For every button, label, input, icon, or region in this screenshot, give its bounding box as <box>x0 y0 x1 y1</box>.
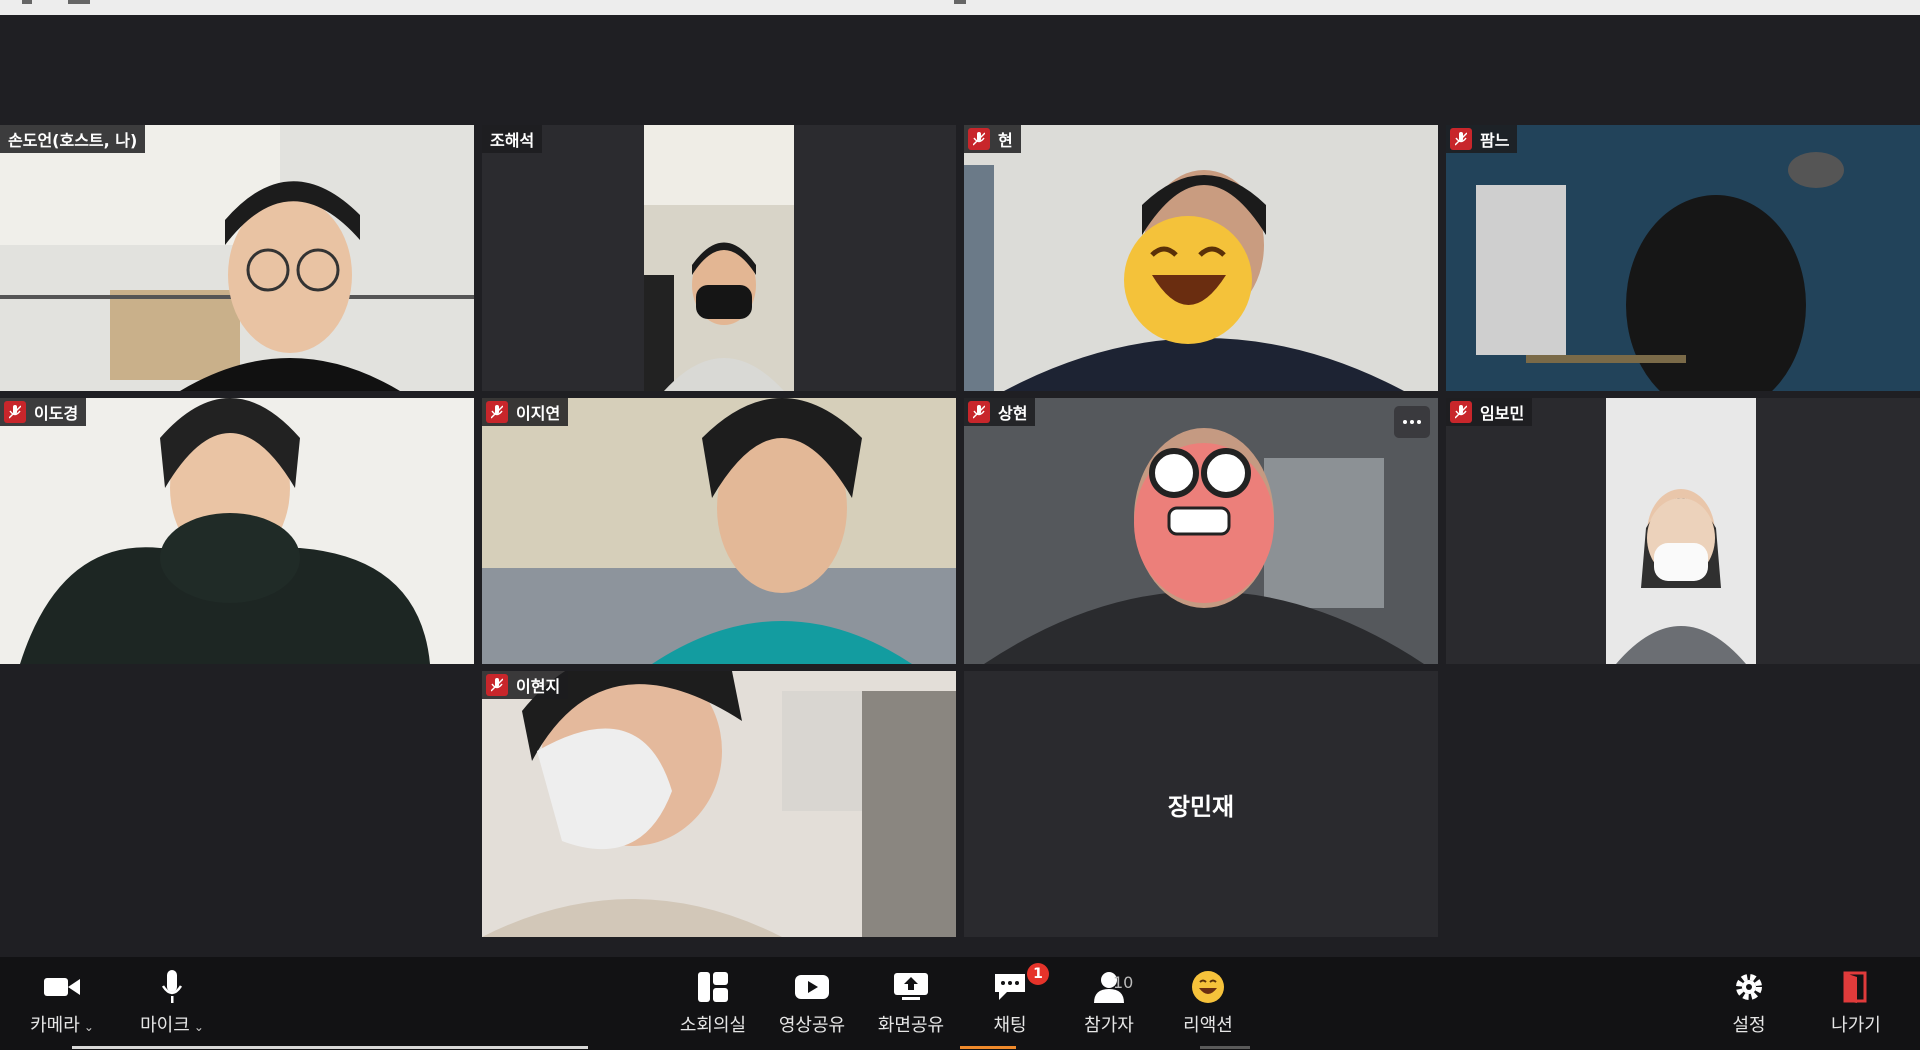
window-top-strip <box>0 0 1920 15</box>
mic-muted-icon <box>4 401 26 423</box>
mic-muted-icon <box>486 674 508 696</box>
mic-button[interactable]: 마이크 ⌄ <box>122 967 222 1037</box>
camera-label: 카메라 <box>30 1015 80 1036</box>
participant-name: 임보민 <box>1480 404 1525 423</box>
screen-share-icon <box>894 973 928 1000</box>
mic-muted-icon <box>968 401 990 423</box>
volume-progress <box>72 1046 588 1049</box>
participant-name: 이지연 <box>516 404 561 423</box>
mic-muted-icon <box>968 128 990 150</box>
video-share-label: 영상공유 <box>778 1015 846 1036</box>
breakout-grid-icon <box>698 972 728 1002</box>
chat-unread-badge: 1 <box>1027 963 1049 985</box>
name-tag: 이도경 <box>0 398 87 426</box>
participants-label: 참가자 <box>1084 1015 1134 1036</box>
participant-name: 조해석 <box>490 131 535 150</box>
layout-icon[interactable] <box>68 0 90 4</box>
name-tag: 이지연 <box>482 398 569 426</box>
name-tag: 이현지 <box>482 671 569 699</box>
name-tag: 상현 <box>964 398 1036 426</box>
name-tag: 손도언(호스트, 나) <box>0 125 146 153</box>
participant-video <box>1606 398 1756 664</box>
settings-button[interactable]: 설정 <box>1699 967 1799 1037</box>
camera-button[interactable]: 카메라 ⌄ <box>12 967 112 1037</box>
chat-bubble-icon <box>995 974 1025 1000</box>
back-icon[interactable] <box>22 0 32 4</box>
participant-name: 이도경 <box>34 404 79 423</box>
participant-video <box>1446 125 1920 391</box>
participant-video <box>482 398 956 664</box>
chat-tab-indicator <box>960 1046 1016 1049</box>
video-tile-participant[interactable]: 팜느 <box>1446 125 1920 391</box>
participant-name: 현 <box>998 131 1013 150</box>
settings-label: 설정 <box>1732 1015 1766 1036</box>
participant-video <box>644 125 794 391</box>
chat-button[interactable]: 1 채팅 <box>960 963 1060 1037</box>
participant-video <box>0 398 474 664</box>
participant-video <box>964 125 1438 391</box>
participant-video <box>964 398 1438 664</box>
mic-muted-icon <box>1450 128 1472 150</box>
ellipsis-icon <box>1403 420 1421 424</box>
participant-video <box>482 671 956 937</box>
video-share-button[interactable]: 영상공유 <box>762 967 862 1037</box>
breakout-label: 소회의실 <box>679 1015 747 1036</box>
meeting-toolbar: 카메라 ⌄ 마이크 ⌄ 소회의실 영상공유 화면공유 1 채팅 10 참가자 리액션… <box>0 957 1920 1050</box>
leave-label: 나가기 <box>1831 1015 1881 1036</box>
mic-muted-icon <box>1450 401 1472 423</box>
participants-button[interactable]: 10 참가자 <box>1059 967 1159 1037</box>
participant-name: 팜느 <box>1480 131 1510 150</box>
leave-button[interactable]: 나가기 <box>1806 967 1906 1037</box>
name-tag: 팜느 <box>1446 125 1518 153</box>
video-tile-participant[interactable]: 이지연 <box>482 398 956 664</box>
mic-muted-icon <box>486 401 508 423</box>
video-tile-participant[interactable]: 이도경 <box>0 398 474 664</box>
name-tag: 현 <box>964 125 1021 153</box>
video-camera-icon <box>44 978 80 996</box>
video-tile-participant[interactable]: 상현 <box>964 398 1438 664</box>
reaction-tab-indicator <box>1200 1046 1250 1049</box>
video-tile-participant[interactable]: 임보민 <box>1446 398 1920 664</box>
microphone-icon <box>161 970 183 1003</box>
smile-emoji-icon <box>1192 971 1224 1003</box>
participant-name: 이현지 <box>516 677 561 696</box>
name-tag: 임보민 <box>1446 398 1533 426</box>
chevron-down-icon[interactable]: ⌄ <box>194 1020 204 1034</box>
participant-name: 상현 <box>998 404 1028 423</box>
more-options-button[interactable] <box>1394 406 1430 438</box>
chat-label: 채팅 <box>993 1015 1027 1036</box>
chevron-down-icon[interactable]: ⌄ <box>84 1020 94 1034</box>
video-tile-participant[interactable]: 조해석 <box>482 125 956 391</box>
participant-video <box>0 125 474 391</box>
breakout-rooms-button[interactable]: 소회의실 <box>663 967 763 1037</box>
video-tile-participant[interactable]: 현 <box>964 125 1438 391</box>
reaction-label: 리액션 <box>1183 1015 1233 1036</box>
name-tag: 조해석 <box>482 125 543 153</box>
participant-name: 장민재 <box>1167 792 1235 821</box>
exit-door-icon <box>1843 971 1867 1003</box>
screen-share-button[interactable]: 화면공유 <box>861 967 961 1037</box>
participants-count: 10 <box>1113 973 1134 992</box>
video-tile-host[interactable]: 손도언(호스트, 나) <box>0 125 474 391</box>
video-play-icon <box>795 975 829 999</box>
screen-share-label: 화면공유 <box>877 1015 945 1036</box>
gear-icon <box>1736 974 1762 1000</box>
title-mark <box>954 0 966 4</box>
reaction-button[interactable]: 리액션 <box>1158 967 1258 1037</box>
video-tile-participant[interactable]: 이현지 <box>482 671 956 937</box>
video-tile-camera-off[interactable]: 장민재 <box>964 671 1438 937</box>
mic-label: 마이크 <box>140 1015 190 1036</box>
participant-name: 손도언(호스트, 나) <box>8 131 138 150</box>
